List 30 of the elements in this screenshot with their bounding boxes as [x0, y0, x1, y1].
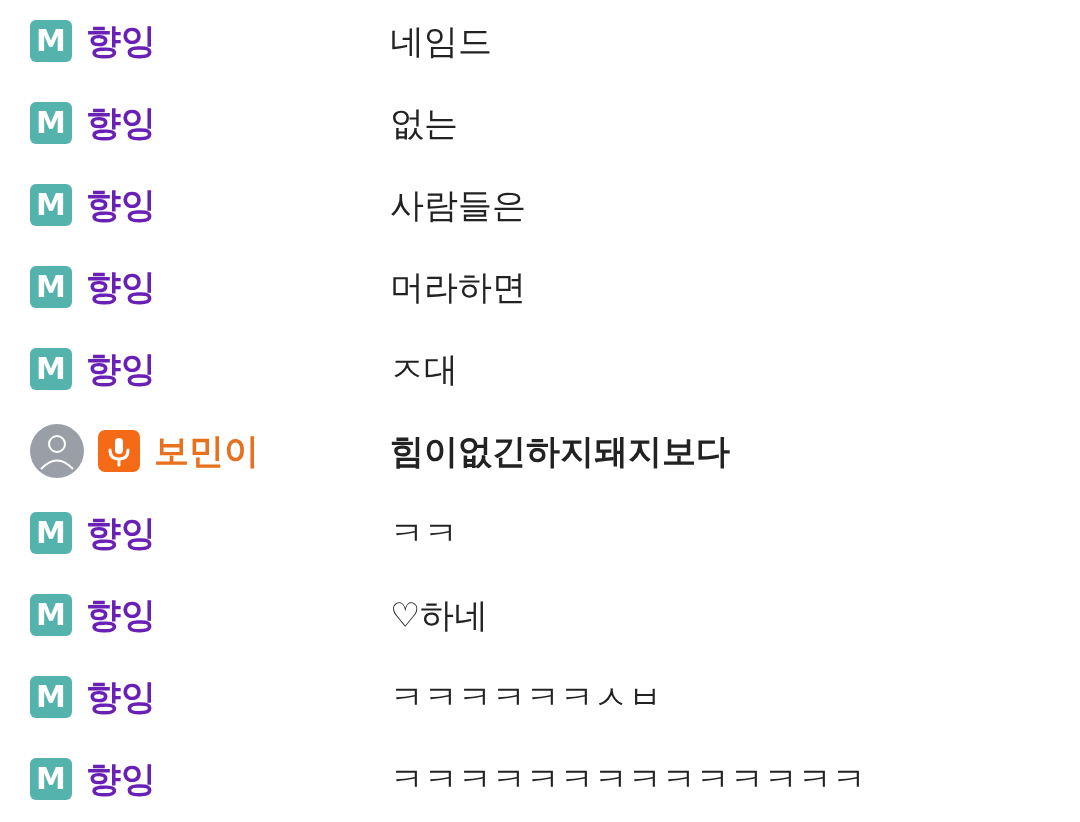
chat-message: 힘이없긴하지돼지보다	[390, 429, 730, 473]
manager-badge: M	[30, 676, 72, 718]
chat-message: ㅋㅋ	[390, 511, 458, 555]
username[interactable]: 향잉	[86, 752, 156, 806]
manager-badge: M	[30, 20, 72, 62]
username[interactable]: 향잉	[86, 342, 156, 396]
chat-message: ♡하네	[390, 593, 489, 637]
chat-message: 사람들은	[390, 183, 526, 227]
chat-message: ㅋㅋㅋㅋㅋㅋㅋㅋㅋㅋㅋㅋㅋㅋ	[390, 757, 866, 801]
username[interactable]: 향잉	[86, 670, 156, 724]
manager-badge: M	[30, 266, 72, 308]
chat-message: 머라하면	[390, 265, 526, 309]
username[interactable]: 향잉	[86, 588, 156, 642]
username[interactable]: 향잉	[86, 506, 156, 560]
chat-message: ㅋㅋㅋㅋㅋㅋㅅㅂ	[390, 675, 662, 719]
username[interactable]: 향잉	[86, 260, 156, 314]
microphone-icon	[98, 430, 140, 472]
manager-badge: M	[30, 594, 72, 636]
manager-badge: M	[30, 184, 72, 226]
manager-badge: M	[30, 758, 72, 800]
manager-badge: M	[30, 348, 72, 390]
manager-badge: M	[30, 512, 72, 554]
chat-message: 없는	[390, 101, 458, 145]
username[interactable]: 향잉	[86, 178, 156, 232]
username[interactable]: 향잉	[86, 14, 156, 68]
manager-badge: M	[30, 102, 72, 144]
chat-message: ㅈ대	[390, 347, 458, 391]
username[interactable]: 향잉	[86, 96, 156, 150]
chat-message: 네임드	[390, 19, 492, 63]
avatar-icon	[30, 424, 84, 478]
